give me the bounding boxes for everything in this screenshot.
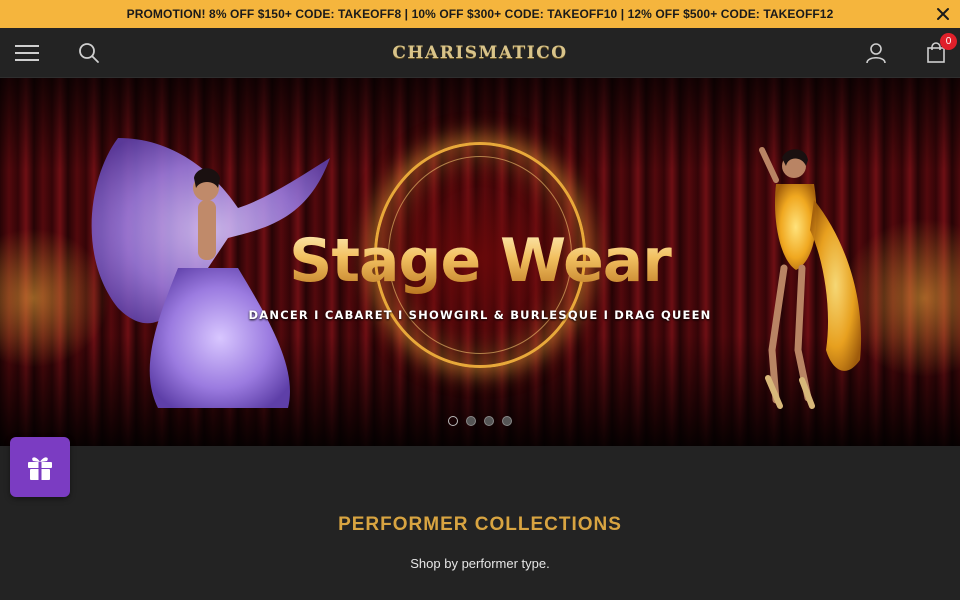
gift-rewards-button[interactable]: [10, 437, 70, 497]
hero-banner[interactable]: Stage Wear DANCER I CABARET I SHOWGIRL &…: [0, 78, 960, 446]
cart-count-badge: 0: [940, 33, 957, 50]
carousel-dot-1[interactable]: [448, 416, 458, 426]
section-subtitle: Shop by performer type.: [410, 556, 550, 571]
gift-icon: [28, 457, 52, 480]
carousel-dots: [448, 416, 512, 426]
site-logo[interactable]: CHARISMATICO: [380, 40, 580, 66]
carousel-dot-4[interactable]: [502, 416, 512, 426]
promo-bar: PROMOTION! 8% OFF $150+ CODE: TAKEOFF8 |…: [0, 0, 960, 28]
close-icon[interactable]: [934, 5, 952, 23]
site-header: CHARISMATICO 0: [0, 28, 960, 78]
hero-title: Stage Wear: [0, 226, 960, 296]
hamburger-menu-icon[interactable]: [13, 39, 41, 67]
shopping-bag-icon[interactable]: 0: [922, 33, 957, 67]
promo-text: PROMOTION! 8% OFF $150+ CODE: TAKEOFF8 |…: [126, 7, 834, 21]
hero-subtitle: DANCER I CABARET I SHOWGIRL & BURLESQUE …: [248, 308, 712, 322]
carousel-dot-2[interactable]: [466, 416, 476, 426]
user-icon[interactable]: [862, 39, 890, 67]
search-icon[interactable]: [75, 39, 103, 67]
section-title: PERFORMER COLLECTIONS: [338, 514, 622, 535]
carousel-dot-3[interactable]: [484, 416, 494, 426]
